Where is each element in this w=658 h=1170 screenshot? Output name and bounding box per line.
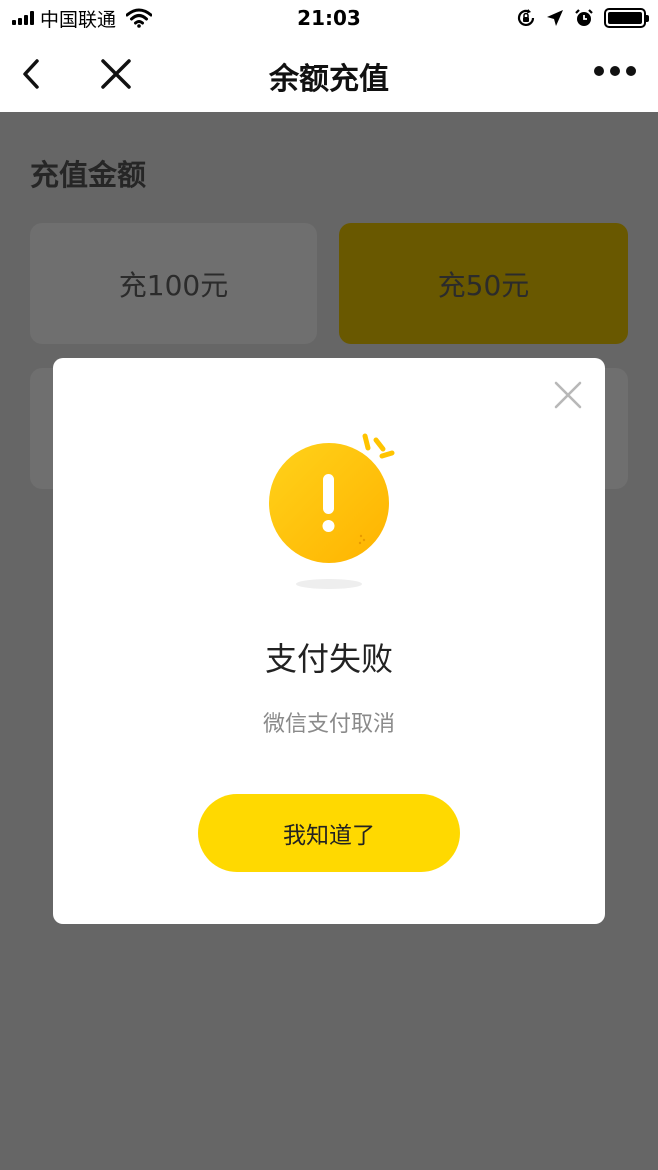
- warning-icon: [269, 433, 395, 589]
- confirm-button[interactable]: 我知道了: [198, 794, 460, 872]
- payment-failed-dialog: 支付失败 微信支付取消 我知道了: [53, 358, 605, 924]
- dialog-message: 微信支付取消: [262, 712, 395, 737]
- close-icon[interactable]: [553, 380, 583, 410]
- section-title: 充值金额: [30, 158, 147, 192]
- page-title: 余额充值: [269, 62, 389, 97]
- nav-bar: 余额充值: [0, 36, 658, 112]
- amount-option-100[interactable]: 充100元: [30, 223, 317, 344]
- more-icon[interactable]: [594, 66, 636, 76]
- amount-option-50[interactable]: 充50元: [339, 223, 628, 344]
- alarm-icon: [575, 9, 593, 26]
- status-right: [516, 6, 649, 30]
- location-icon: [547, 10, 563, 26]
- battery-icon: [604, 8, 649, 28]
- orientation-lock-icon: [517, 9, 535, 27]
- status-bar: 中国联通 21:03: [0, 0, 658, 36]
- dialog-title: 支付失败: [264, 640, 393, 678]
